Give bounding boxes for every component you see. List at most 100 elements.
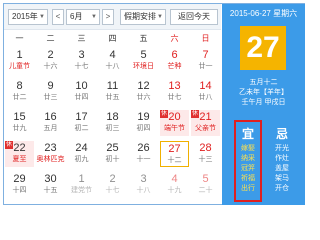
day-cell[interactable]: 19 初四: [129, 110, 158, 136]
day-cell[interactable]: 1 儿童节: [5, 48, 34, 74]
month-select[interactable]: 6月 ▼: [66, 9, 100, 25]
day-number: 1: [16, 49, 23, 61]
day-cell[interactable]: 15 廿九: [5, 110, 34, 136]
ji-item: 盖屋: [275, 165, 289, 172]
day-lunar: 十八: [105, 63, 120, 70]
back-to-today-button[interactable]: 返回今天: [170, 9, 218, 25]
day-number: 29: [13, 173, 26, 185]
next-month-button[interactable]: >: [102, 9, 114, 25]
day-number: 26: [137, 142, 150, 154]
day-cell[interactable]: 10 廿四: [67, 79, 96, 105]
day-lunar: 端午节: [164, 125, 185, 132]
day-lunar: 廿一: [198, 63, 213, 70]
day-lunar: 十五: [43, 187, 58, 194]
day-number: 11: [106, 80, 119, 92]
day-lunar: 十七: [74, 63, 89, 70]
day-cell[interactable]: 25 初十: [98, 141, 127, 167]
holiday-badge: 休: [191, 110, 199, 118]
day-number: 23: [44, 142, 57, 154]
day-number: 6: [171, 49, 178, 61]
day-cell[interactable]: 1 建党节: [67, 172, 96, 198]
day-lunar: 廿五: [105, 94, 120, 101]
ji-item: 架马: [275, 175, 289, 182]
day-cell[interactable]: 23 奥林匹克: [36, 141, 65, 167]
day-number: 16: [44, 111, 57, 123]
yi-list: 嫁娶 纳采 冠笄 祈福 出行: [236, 144, 260, 194]
day-lunar: 夏至: [12, 156, 27, 163]
day-cell[interactable]: 30 十五: [36, 172, 65, 198]
day-number: 15: [13, 111, 26, 123]
day-lunar: 十一: [136, 156, 151, 163]
day-cell[interactable]: 9 廿三: [36, 79, 65, 105]
day-lunar: 初三: [105, 125, 120, 132]
day-cell[interactable]: 28 十三: [191, 141, 220, 167]
day-cell[interactable]: 3 十八: [129, 172, 158, 198]
ji-list: 开光 作灶 盖屋 架马 开仓: [270, 144, 294, 194]
day-lunar: 十八: [136, 187, 151, 194]
day-number: 5: [202, 173, 209, 185]
day-number: 24: [75, 142, 88, 154]
day-lunar: 十二: [167, 157, 182, 164]
weekday-label: 日: [201, 34, 210, 43]
month-value: 6月: [70, 12, 83, 21]
day-cell-today[interactable]: 27 十二: [160, 141, 189, 167]
day-cell[interactable]: 21 父亲节休: [191, 110, 220, 136]
day-cell[interactable]: 6 芒种: [160, 48, 189, 74]
day-number: 3: [140, 173, 147, 185]
day-lunar: 十七: [105, 187, 120, 194]
day-cell[interactable]: 2 十六: [36, 48, 65, 74]
weekday-label: 六: [170, 34, 179, 43]
day-cell[interactable]: 16 五月: [36, 110, 65, 136]
holiday-select[interactable]: 假期安排 ▼: [120, 9, 166, 25]
day-number: 8: [16, 80, 23, 92]
day-lunar: 建党节: [71, 187, 92, 194]
ji-item: 开光: [275, 145, 289, 152]
day-lunar: 十九: [167, 187, 182, 194]
day-number: 18: [106, 111, 119, 123]
day-cell[interactable]: 11 廿五: [98, 79, 127, 105]
day-cell[interactable]: 20 端午节休: [160, 110, 189, 136]
day-lunar: 廿四: [74, 94, 89, 101]
day-number: 19: [137, 111, 150, 123]
prev-month-button[interactable]: <: [52, 9, 64, 25]
day-cell[interactable]: 18 初三: [98, 110, 127, 136]
yi-box: 宜 嫁娶 纳采 冠笄 祈福 出行: [234, 120, 262, 202]
calendar-widget: 2015年 ▼ < 6月 ▼ > 假期安排 ▼ 返回今天 一 二 三 四 五 六…: [3, 3, 305, 205]
ji-item: 作灶: [275, 155, 289, 162]
day-cell[interactable]: 17 初二: [67, 110, 96, 136]
day-cell[interactable]: 29 十四: [5, 172, 34, 198]
chevron-down-icon: ▼: [91, 14, 97, 20]
year-value: 2015年: [12, 12, 38, 21]
day-lunar: 环境日: [133, 63, 154, 70]
year-select[interactable]: 2015年 ▼: [8, 9, 48, 25]
day-cell[interactable]: 7 廿一: [191, 48, 220, 74]
day-cell[interactable]: 14 廿八: [191, 79, 220, 105]
weekday-header: 一 二 三 四 五 六 日: [4, 31, 221, 47]
day-number: 4: [171, 173, 178, 185]
day-cell[interactable]: 5 环境日: [129, 48, 158, 74]
weekday-label: 五: [139, 34, 148, 43]
day-number: 1: [78, 173, 85, 185]
day-cell[interactable]: 3 十七: [67, 48, 96, 74]
day-number: 2: [47, 49, 54, 61]
day-cell[interactable]: 12 廿六: [129, 79, 158, 105]
day-cell[interactable]: 13 廿七: [160, 79, 189, 105]
day-cell[interactable]: 4 十八: [98, 48, 127, 74]
day-cell[interactable]: 4 十九: [160, 172, 189, 198]
day-number: 25: [106, 142, 119, 154]
day-cell[interactable]: 22 夏至休: [5, 141, 34, 167]
day-lunar: 廿八: [198, 94, 213, 101]
day-lunar: 廿三: [43, 94, 58, 101]
day-cell[interactable]: 5 二十: [191, 172, 220, 198]
yi-item: 嫁娶: [241, 145, 255, 152]
day-cell[interactable]: 2 十七: [98, 172, 127, 198]
day-lunar: 十三: [198, 156, 213, 163]
selected-date: 2015-06-27 星期六: [229, 9, 298, 18]
day-cell[interactable]: 24 初九: [67, 141, 96, 167]
day-cell[interactable]: 26 十一: [129, 141, 158, 167]
day-lunar: 奥林匹克: [36, 156, 65, 163]
day-number: 4: [109, 49, 116, 61]
day-detail-panel: 2015-06-27 星期六 27 五月十二 乙未年【羊年】 壬午月 甲戌日 宜…: [222, 4, 305, 205]
holiday-badge: 休: [160, 110, 168, 118]
day-cell[interactable]: 8 廿二: [5, 79, 34, 105]
